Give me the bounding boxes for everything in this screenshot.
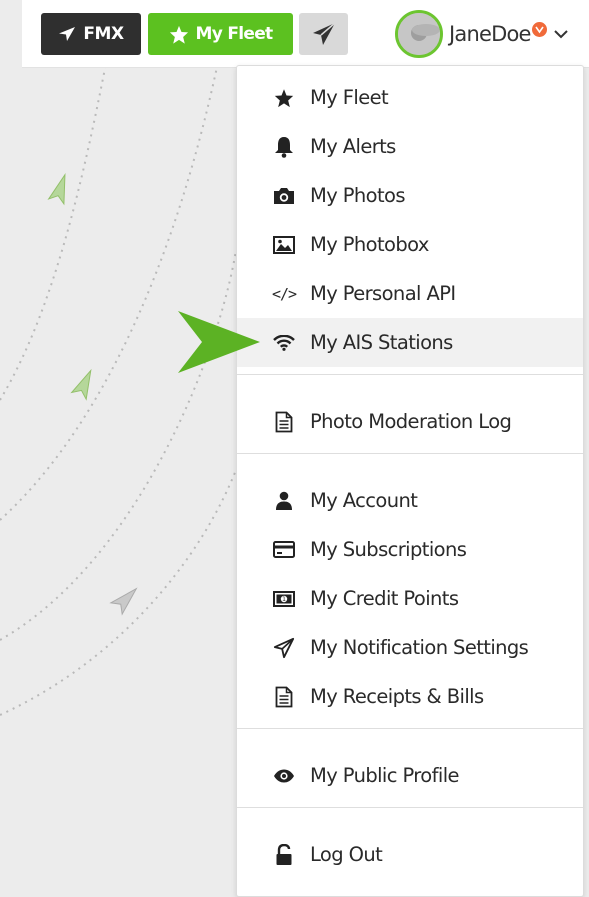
money-icon: 1 (271, 586, 297, 612)
vessel-marker-green (70, 368, 92, 401)
menu-item-my-account[interactable]: My Account (237, 476, 583, 525)
menu-item-label: My Public Profile (310, 764, 460, 787)
star-icon (271, 85, 297, 111)
eye-icon (271, 763, 297, 789)
paper-plane-outline-icon (271, 635, 297, 661)
menu-divider (237, 374, 583, 375)
document-icon (271, 684, 297, 710)
menu-item-label: Photo Moderation Log (310, 410, 512, 433)
vessel-marker-gray (109, 587, 138, 616)
menu-divider (237, 807, 583, 808)
chevron-down-icon (553, 30, 568, 39)
menu-item-my-fleet[interactable]: My Fleet (237, 73, 583, 122)
menu-item-label: My Subscriptions (310, 538, 467, 561)
paper-plane-icon (312, 22, 335, 45)
user-dropdown-menu: My Fleet My Alerts My Photos My Photobox </>… (236, 65, 584, 897)
menu-item-my-receipts-bills[interactable]: My Receipts & Bills (237, 672, 583, 721)
menu-item-label: My Fleet (310, 86, 389, 109)
unlock-icon (271, 842, 297, 868)
menu-item-label: My Personal API (310, 282, 456, 305)
document-icon (271, 409, 297, 435)
menu-item-photo-moderation-log[interactable]: Photo Moderation Log (237, 397, 583, 446)
menu-item-label: My Alerts (310, 135, 396, 158)
user-icon (271, 488, 297, 514)
menu-item-my-notification-settings[interactable]: My Notification Settings (237, 623, 583, 672)
menu-item-label: My Credit Points (310, 587, 459, 610)
user-menu-toggle[interactable]: JaneDoe (395, 8, 569, 60)
bell-icon (271, 134, 297, 160)
vessel-marker-green (47, 173, 66, 206)
menu-item-label: Log Out (310, 843, 383, 866)
avatar (395, 10, 443, 58)
image-icon (271, 232, 297, 258)
camera-icon (271, 183, 297, 209)
menu-item-label: My Photobox (310, 233, 429, 256)
menu-divider (237, 728, 583, 729)
menu-item-my-alerts[interactable]: My Alerts (237, 122, 583, 171)
navigation-arrow-icon (59, 27, 76, 41)
username: JaneDoe (449, 22, 531, 46)
vessel-track-2 (0, 0, 231, 521)
menu-item-label: My Account (310, 489, 418, 512)
my-fleet-button-label: My Fleet (195, 24, 274, 44)
menu-item-my-credit-points[interactable]: 1 My Credit Points (237, 574, 583, 623)
menu-item-log-out[interactable]: Log Out (237, 830, 583, 879)
fmx-button[interactable]: FMX (41, 13, 141, 55)
menu-item-label: My Photos (310, 184, 406, 207)
top-navigation-bar: FMX My Fleet JaneDoe (22, 0, 589, 68)
svg-text:1: 1 (282, 596, 286, 603)
menu-item-label: My AIS Stations (310, 331, 453, 354)
fmx-button-label: FMX (83, 24, 124, 44)
menu-item-label: My Receipts & Bills (310, 685, 484, 708)
wifi-icon (271, 330, 297, 356)
my-fleet-button[interactable]: My Fleet (148, 13, 293, 55)
menu-item-my-photos[interactable]: My Photos (237, 171, 583, 220)
vessel-track-3 (0, 249, 237, 641)
highlight-pointer-arrow-icon (178, 311, 260, 373)
menu-item-my-ais-stations[interactable]: My AIS Stations (237, 318, 583, 367)
menu-item-my-subscriptions[interactable]: My Subscriptions (237, 525, 583, 574)
notification-badge-icon (531, 21, 547, 37)
menu-item-label: My Notification Settings (310, 636, 529, 659)
menu-item-my-photobox[interactable]: My Photobox (237, 220, 583, 269)
code-icon: </> (271, 284, 297, 303)
send-button[interactable] (299, 13, 348, 55)
menu-item-my-personal-api[interactable]: </> My Personal API (237, 269, 583, 318)
vessel-track-4 (0, 469, 237, 716)
star-icon (169, 25, 188, 44)
menu-item-my-public-profile[interactable]: My Public Profile (237, 751, 583, 800)
menu-divider (237, 453, 583, 454)
credit-card-icon (271, 537, 297, 563)
